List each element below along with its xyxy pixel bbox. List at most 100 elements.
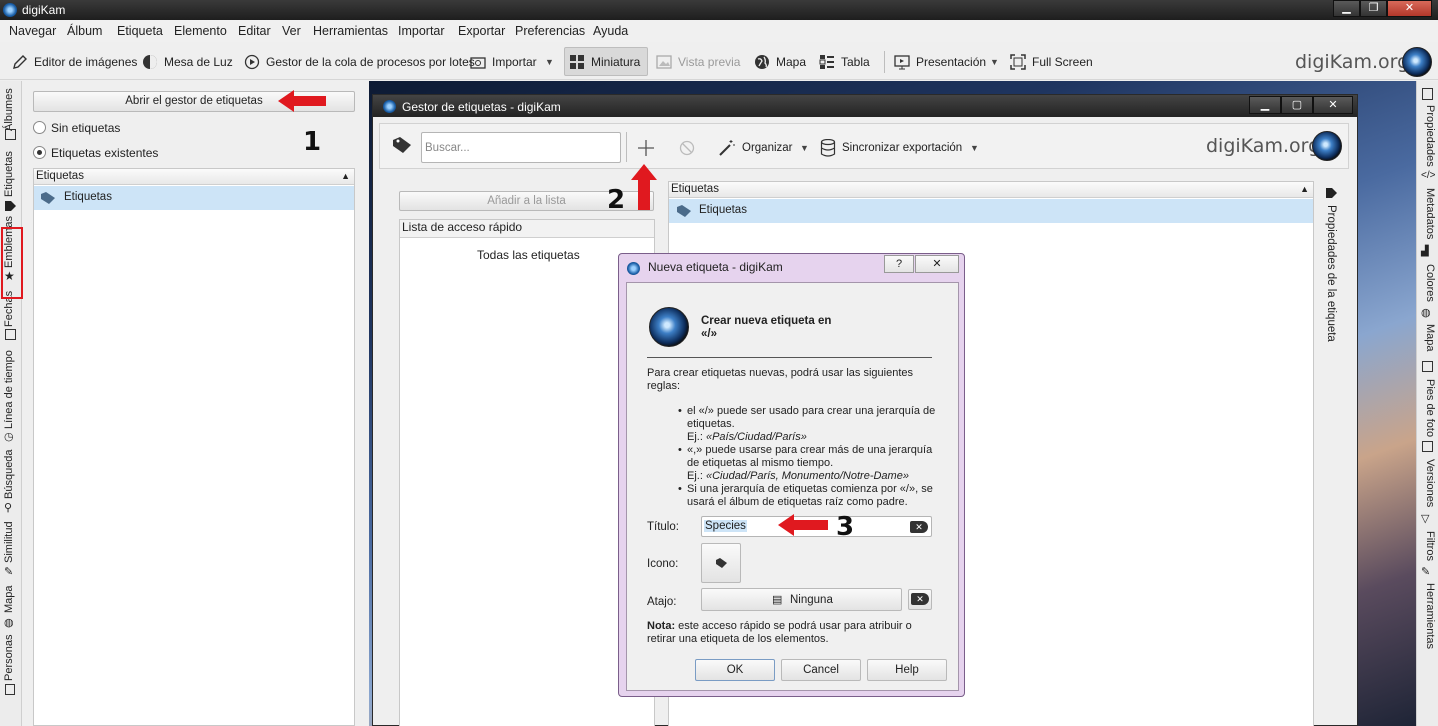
- tab-albumes[interactable]: Álbumes: [3, 88, 15, 131]
- tag-icon: [716, 558, 727, 568]
- tag-manager-minimize-button[interactable]: ▁: [1249, 96, 1281, 114]
- image-editor-button[interactable]: Editor de imágenes: [8, 47, 141, 76]
- tab-etiquetas[interactable]: Etiquetas: [3, 151, 15, 197]
- menu-preferencias[interactable]: Preferencias: [515, 24, 585, 38]
- tab-mapa-right[interactable]: Mapa: [1424, 324, 1436, 352]
- pencil-icon: [13, 54, 27, 69]
- slideshow-dropdown-arrow[interactable]: ▼: [990, 57, 999, 67]
- dialog-intro-text: Para crear etiquetas nuevas, podrá usar …: [647, 367, 913, 392]
- window-title: digiKam: [22, 3, 66, 17]
- light-table-button[interactable]: Mesa de Luz: [138, 47, 237, 76]
- quick-access-header: Lista de acceso rápido: [400, 220, 654, 238]
- menu-etiqueta[interactable]: Etiqueta: [117, 24, 163, 38]
- clock-icon: ◷: [4, 431, 14, 443]
- clear-shortcut-button[interactable]: ✕: [908, 589, 932, 610]
- ok-button[interactable]: OK: [695, 659, 775, 681]
- annotation-arrow-2: [631, 164, 657, 210]
- lighttable-icon: [143, 54, 157, 69]
- radio-no-tags[interactable]: [33, 121, 46, 134]
- tab-mapa[interactable]: Mapa: [3, 585, 15, 613]
- slideshow-button[interactable]: Presentación: [890, 47, 990, 76]
- light-table-label: Mesa de Luz: [164, 54, 233, 69]
- menu-album[interactable]: Álbum: [67, 24, 102, 38]
- menu-navegar[interactable]: Navegar: [9, 24, 56, 38]
- tab-herramientas[interactable]: Herramientas: [1424, 583, 1436, 649]
- database-icon: [820, 139, 836, 157]
- menu-exportar[interactable]: Exportar: [458, 24, 505, 38]
- digikam-app-icon: [627, 262, 640, 275]
- annotation-step-3: 3: [836, 512, 855, 542]
- sort-arrow-icon: ▲: [1300, 184, 1309, 194]
- dialog-heading-line2: «/»: [701, 328, 717, 340]
- search-icon: ⚲: [4, 502, 13, 514]
- tree-row-root-tag[interactable]: Etiquetas: [34, 186, 354, 210]
- menu-herramientas[interactable]: Herramientas: [313, 24, 388, 38]
- preview-button[interactable]: Vista previa: [652, 47, 744, 76]
- tab-propiedades[interactable]: Propiedades: [1424, 105, 1436, 167]
- delete-tag-disabled-icon[interactable]: [679, 140, 695, 156]
- tab-pies-de-foto[interactable]: Pies de foto: [1424, 379, 1436, 437]
- tab-similitud[interactable]: Similitud: [3, 521, 15, 563]
- digikam-app-icon: [3, 3, 17, 17]
- clear-title-icon[interactable]: ✕: [910, 521, 928, 533]
- clear-shortcut-icon: ✕: [911, 593, 929, 605]
- organize-menu-button[interactable]: Organizar: [742, 142, 793, 154]
- tag-icon: [41, 192, 55, 204]
- radio-existing-tags-label: Etiquetas existentes: [51, 146, 159, 160]
- rule-1: el «/» puede ser usado para crear una je…: [687, 405, 937, 444]
- menu-ayuda[interactable]: Ayuda: [593, 24, 628, 38]
- sync-export-menu-button[interactable]: Sincronizar exportación: [842, 142, 962, 154]
- tab-versiones[interactable]: Versiones: [1424, 459, 1436, 507]
- batch-queue-button[interactable]: Gestor de la cola de procesos por lotes: [240, 47, 479, 76]
- tag-manager-maximize-button[interactable]: ▢: [1281, 96, 1313, 114]
- close-button[interactable]: ✕: [1387, 0, 1432, 17]
- tag-manager-close-button[interactable]: ✕: [1313, 96, 1353, 114]
- organize-dropdown-arrow[interactable]: ▼: [800, 143, 809, 153]
- bullet-1: •: [678, 405, 682, 417]
- all-tags-item[interactable]: Todas las etiquetas: [477, 248, 580, 262]
- maximize-button[interactable]: ❐: [1360, 0, 1387, 17]
- tab-metadatos[interactable]: Metadatos: [1424, 188, 1436, 239]
- help-button[interactable]: Help: [867, 659, 947, 681]
- table-view-button[interactable]: Tabla: [815, 47, 874, 76]
- menu-ver[interactable]: Ver: [282, 24, 301, 38]
- map-view-button[interactable]: Mapa: [750, 47, 810, 76]
- tag-search-input[interactable]: Buscar...: [421, 132, 621, 163]
- tree-row-label: Etiquetas: [64, 191, 112, 203]
- menu-editar[interactable]: Editar: [238, 24, 271, 38]
- sync-export-dropdown-arrow[interactable]: ▼: [970, 143, 979, 153]
- menu-importar[interactable]: Importar: [398, 24, 445, 38]
- tag-manager-tree-header[interactable]: Etiquetas ▲: [669, 182, 1313, 198]
- choose-icon-button[interactable]: [701, 543, 741, 583]
- batch-queue-label: Gestor de la cola de procesos por lotes: [266, 54, 475, 69]
- tag-icon: [393, 137, 411, 153]
- tab-linea-de-tiempo[interactable]: Línea de tiempo: [3, 350, 15, 429]
- note-label: Nota:: [647, 620, 676, 632]
- dialog-close-button[interactable]: ✕: [915, 255, 959, 273]
- radio-existing-tags[interactable]: [33, 146, 46, 159]
- thumbnail-view-button[interactable]: Miniatura: [564, 47, 648, 76]
- fullscreen-button[interactable]: Full Screen: [1006, 47, 1097, 76]
- tags-tree-header[interactable]: Etiquetas ▲: [34, 169, 354, 185]
- tab-colores[interactable]: Colores: [1424, 264, 1436, 302]
- menu-elemento[interactable]: Elemento: [174, 24, 227, 38]
- cancel-button[interactable]: Cancel: [781, 659, 861, 681]
- bullet-3: •: [678, 483, 682, 495]
- rule-2: «,» puede usarse para crear más de una j…: [687, 444, 937, 483]
- tags-tree-header-label: Etiquetas: [36, 170, 84, 182]
- dialog-help-button[interactable]: ?: [884, 255, 914, 273]
- tab-filtros[interactable]: Filtros: [1424, 531, 1436, 561]
- tab-personas[interactable]: Personas: [3, 635, 15, 681]
- add-tag-plus-icon[interactable]: [637, 139, 655, 157]
- tag-properties-tab[interactable]: Propiedades de la etiqueta: [1325, 205, 1337, 342]
- shortcut-button[interactable]: ▤ Ninguna: [701, 588, 902, 611]
- import-button[interactable]: Importar: [466, 47, 541, 76]
- minimize-button[interactable]: ▁: [1333, 0, 1360, 17]
- quick-access-list: Lista de acceso rápido Todas las etiquet…: [399, 219, 655, 726]
- import-dropdown-arrow[interactable]: ▼: [545, 57, 554, 67]
- tab-busqueda[interactable]: Búsqueda: [3, 449, 15, 499]
- tree-row-root-tag[interactable]: Etiquetas: [669, 199, 1313, 223]
- slideshow-label: Presentación: [916, 54, 987, 69]
- shortcut-field-label: Atajo:: [647, 596, 677, 608]
- shortcut-value: Ninguna: [790, 594, 833, 606]
